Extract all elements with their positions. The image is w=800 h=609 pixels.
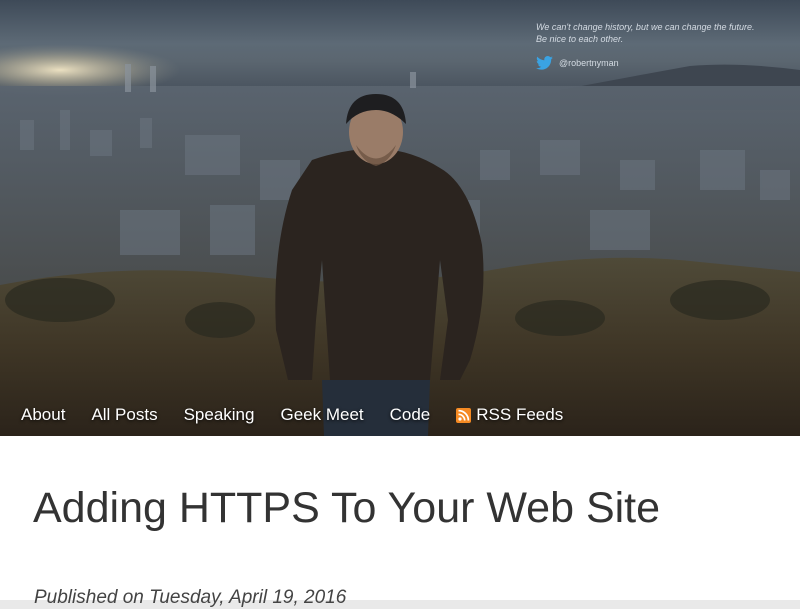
rss-icon [456, 407, 472, 423]
nav-about[interactable]: About [21, 405, 65, 425]
publish-date: Published on Tuesday, April 19, 2016 [34, 587, 347, 608]
nav-code[interactable]: Code [390, 405, 431, 425]
tagline-line-2: Be nice to each other. [536, 34, 624, 44]
main-nav: About All Posts Speaking Geek Meet Code … [8, 402, 576, 428]
banner-photo [0, 44, 800, 436]
header-banner: We can't change history, but we can chan… [0, 0, 800, 436]
nav-rss-feeds[interactable]: RSS Feeds [456, 405, 563, 425]
article-title: Adding HTTPS To Your Web Site [33, 484, 661, 532]
nav-speaking[interactable]: Speaking [184, 405, 255, 425]
nav-all-posts[interactable]: All Posts [91, 405, 157, 425]
twitter-handle: @robertnyman [559, 58, 619, 68]
twitter-bird-icon [536, 56, 553, 70]
article-area: Adding HTTPS To Your Web Site Published … [0, 436, 800, 608]
nav-geek-meet[interactable]: Geek Meet [280, 405, 363, 425]
tagline-line-1: We can't change history, but we can chan… [536, 22, 755, 32]
site-tagline: We can't change history, but we can chan… [536, 21, 798, 45]
nav-rss-label: RSS Feeds [476, 405, 564, 424]
twitter-link[interactable]: @robertnyman [536, 56, 619, 70]
